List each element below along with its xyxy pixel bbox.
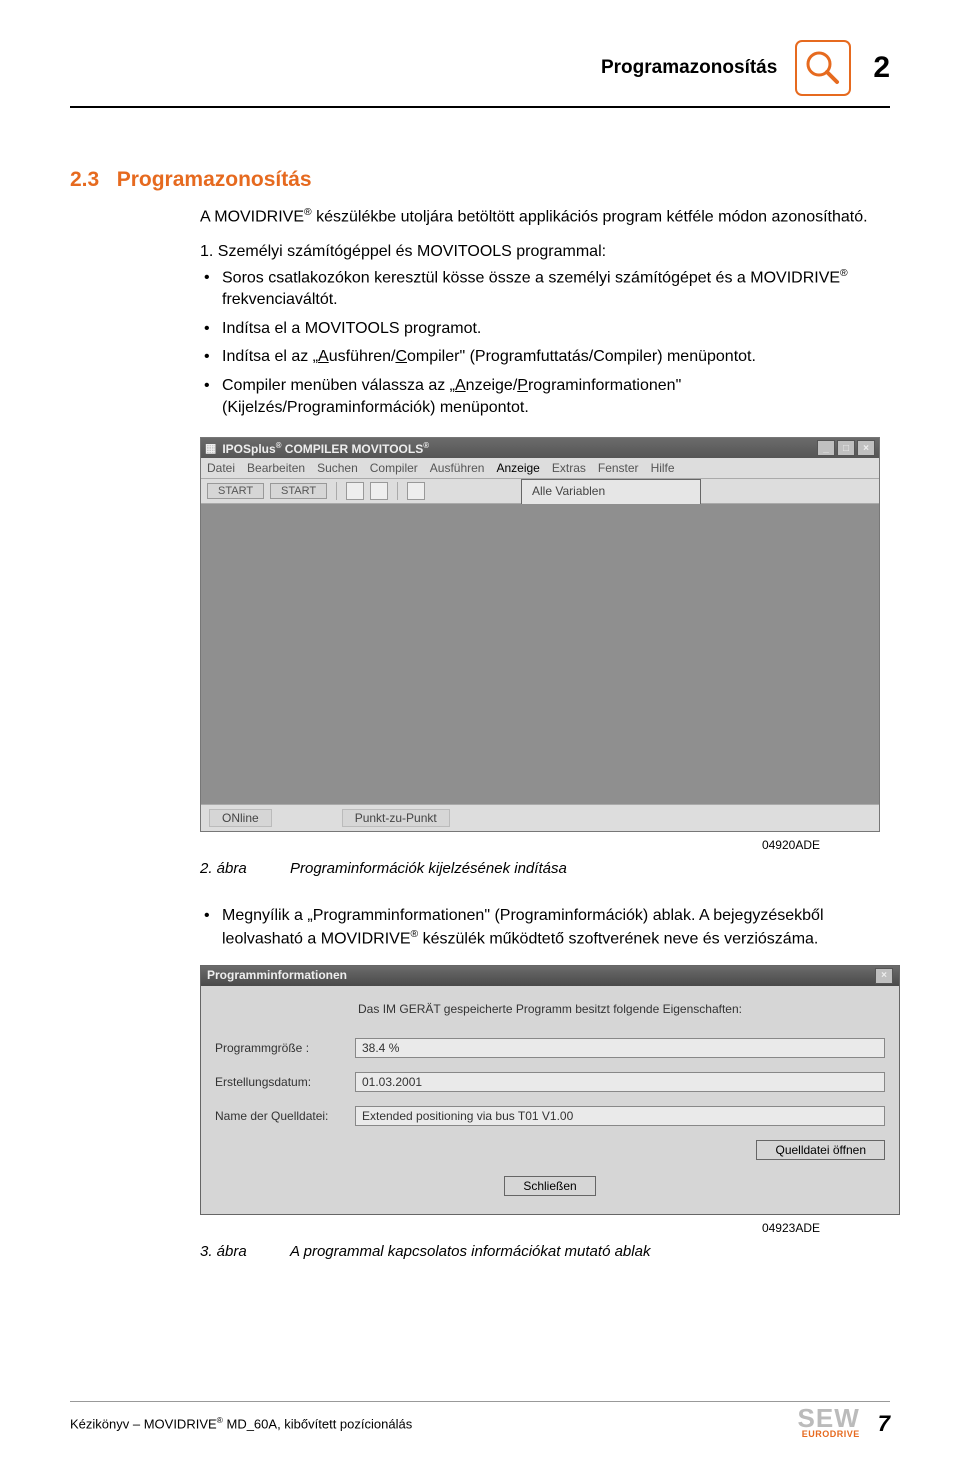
list-item: Soros csatlakozókon keresztül kösse össz… xyxy=(222,267,890,312)
page-header: Programazonosítás 2 xyxy=(70,40,890,96)
field-label: Programmgröße : xyxy=(215,1041,355,1055)
open-file-icon[interactable] xyxy=(370,482,388,500)
figure-code: 04920ADE xyxy=(70,838,820,852)
dropdown-item[interactable]: Alle Variablen xyxy=(522,480,700,502)
app-icon: ▦ xyxy=(205,441,216,455)
list-item: Megnyílik a „Programminformationen" (Pro… xyxy=(222,905,890,950)
magnifier-icon xyxy=(795,40,851,96)
menu-fenster[interactable]: Fenster xyxy=(598,461,639,475)
close-icon[interactable]: × xyxy=(875,968,893,984)
creation-date-field: 01.03.2001 xyxy=(355,1072,885,1092)
figure-code: 04923ADE xyxy=(70,1221,820,1235)
menu-hilfe[interactable]: Hilfe xyxy=(651,461,675,475)
compiler-window: ▦ IPOSplus® COMPILER MOVITOOLS® _ □ × Da… xyxy=(200,437,880,832)
header-rule xyxy=(70,106,890,108)
page-footer: Kézikönyv – MOVIDRIVE® MD_60A, kibővítet… xyxy=(70,1401,890,1439)
window-titlebar: ▦ IPOSplus® COMPILER MOVITOOLS® _ □ × xyxy=(201,438,879,458)
source-file-field: Extended positioning via bus T01 V1.00 xyxy=(355,1106,885,1126)
tool-icon[interactable] xyxy=(407,482,425,500)
program-size-field: 38.4 % xyxy=(355,1038,885,1058)
info-description: Das IM GERÄT gespeicherte Programm besit… xyxy=(215,1002,885,1016)
step-1: 1. Személyi számítógéppel és MOVITOOLS p… xyxy=(200,243,890,261)
open-source-button[interactable]: Quelldatei öffnen xyxy=(756,1140,885,1160)
figure-2-caption: 2. ábra Programinformációk kijelzésének … xyxy=(200,860,890,877)
menu-anzeige[interactable]: Anzeige xyxy=(496,461,539,475)
menu-compiler[interactable]: Compiler xyxy=(370,461,418,475)
menubar[interactable]: Datei Bearbeiten Suchen Compiler Ausführ… xyxy=(201,458,879,479)
figure-3-caption: 3. ábra A programmal kapcsolatos informá… xyxy=(200,1243,890,1260)
list-item: Compiler menüben válassza az „Anzeige/Pr… xyxy=(222,375,890,420)
maximize-icon[interactable]: □ xyxy=(837,440,855,456)
chapter-number: 2 xyxy=(873,51,890,85)
status-online: ONline xyxy=(209,809,272,827)
window-titlebar: Programminformationen × xyxy=(201,966,899,986)
close-button[interactable]: Schließen xyxy=(504,1176,595,1196)
statusbar: ONline Punkt-zu-Punkt xyxy=(201,804,879,831)
step-1-bullets: Soros csatlakozókon keresztül kösse össz… xyxy=(200,267,890,420)
window-title: Programminformationen xyxy=(207,968,347,984)
minimize-icon[interactable]: _ xyxy=(817,440,835,456)
menu-suchen[interactable]: Suchen xyxy=(317,461,358,475)
start-button[interactable]: START xyxy=(207,483,264,499)
footer-text: Kézikönyv – MOVIDRIVE® MD_60A, kibővítet… xyxy=(70,1415,412,1431)
intro-text: A MOVIDRIVE® készülékbe utoljára betöltö… xyxy=(200,206,890,229)
header-title: Programazonosítás xyxy=(601,57,777,79)
sew-logo: SEW EURODRIVE xyxy=(798,1408,860,1439)
list-item: Indítsa el a MOVITOOLS programot. xyxy=(222,318,890,340)
status-mode: Punkt-zu-Punkt xyxy=(342,809,450,827)
page-number: 7 xyxy=(878,1411,890,1437)
menu-bearbeiten[interactable]: Bearbeiten xyxy=(247,461,305,475)
new-file-icon[interactable] xyxy=(346,482,364,500)
start-button-2[interactable]: START xyxy=(270,483,327,499)
toolbar: START START Alle Variablen Ausgewählte V… xyxy=(201,479,879,504)
menu-datei[interactable]: Datei xyxy=(207,461,235,475)
close-icon[interactable]: × xyxy=(857,440,875,456)
field-label: Name der Quelldatei: xyxy=(215,1109,355,1123)
menu-extras[interactable]: Extras xyxy=(552,461,586,475)
field-label: Erstellungsdatum: xyxy=(215,1075,355,1089)
editor-area xyxy=(201,504,879,804)
menu-ausfuehren[interactable]: Ausführen xyxy=(430,461,485,475)
section-heading: 2.3 Programazonosítás xyxy=(70,168,890,192)
program-info-window: Programminformationen × Das IM GERÄT ges… xyxy=(200,965,900,1215)
list-item: Indítsa el az „Ausführen/Compiler" (Prog… xyxy=(222,346,890,368)
window-title: IPOSplus® COMPILER MOVITOOLS® xyxy=(222,441,429,456)
